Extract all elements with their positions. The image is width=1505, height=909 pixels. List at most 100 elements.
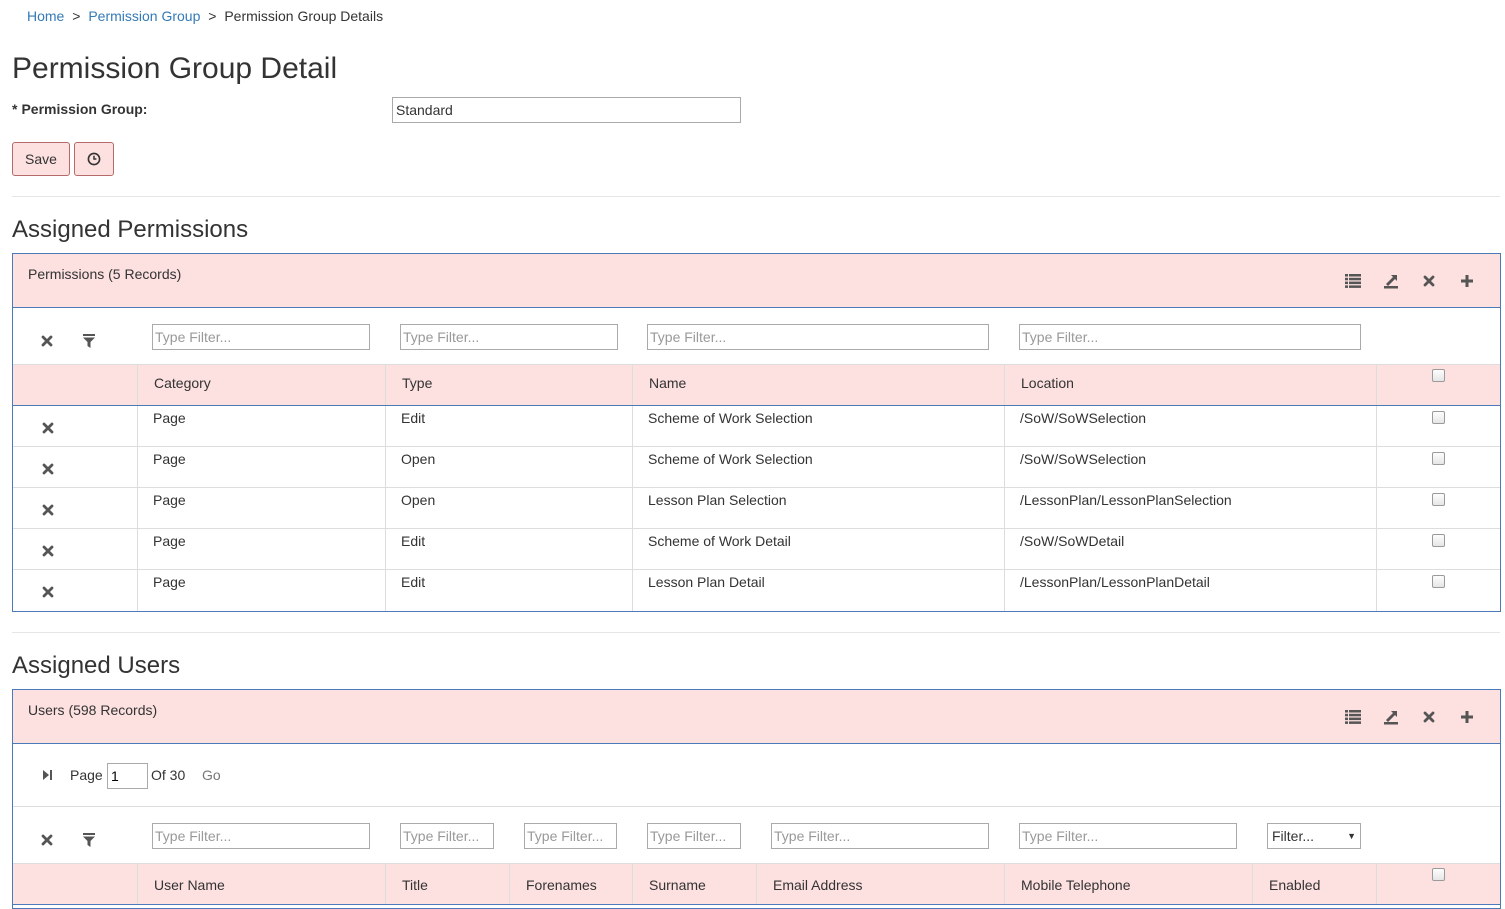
export-icon[interactable] xyxy=(1382,272,1400,290)
column-header-category[interactable]: Category xyxy=(154,375,211,391)
type-filter-input[interactable] xyxy=(400,324,618,350)
cell-type: Open xyxy=(401,492,436,508)
column-header-mobile[interactable]: Mobile Telephone xyxy=(1021,877,1131,893)
clock-icon xyxy=(87,152,101,166)
column-divider xyxy=(632,365,633,405)
users-filter-row: Filter... ▼ xyxy=(13,807,1500,864)
delete-row-icon[interactable] xyxy=(40,461,56,477)
email-filter-input[interactable] xyxy=(771,823,989,849)
forenames-filter-input[interactable] xyxy=(524,823,617,849)
permissions-panel-header: Permissions (5 Records) xyxy=(13,254,1500,308)
select-all-checkbox[interactable] xyxy=(1432,868,1445,881)
column-header-forenames[interactable]: Forenames xyxy=(526,877,597,893)
row-checkbox[interactable] xyxy=(1432,411,1445,424)
permissions-panel-title: Permissions (5 Records) xyxy=(28,266,182,282)
delete-row-icon[interactable] xyxy=(40,502,56,518)
assigned-users-title: Assigned Users xyxy=(12,652,181,679)
page-number-input[interactable] xyxy=(107,763,148,789)
cell-category: Page xyxy=(153,533,186,549)
row-checkbox[interactable] xyxy=(1432,575,1445,588)
breadcrumb-home[interactable]: Home xyxy=(27,8,64,24)
delete-row-icon[interactable] xyxy=(40,584,56,600)
column-divider xyxy=(632,864,633,904)
column-divider xyxy=(385,365,386,405)
clear-icon[interactable] xyxy=(1420,708,1438,726)
add-icon[interactable] xyxy=(1458,272,1476,290)
save-button[interactable]: Save xyxy=(12,142,70,176)
permissions-filter-row xyxy=(13,308,1500,365)
permission-group-label: * Permission Group: xyxy=(12,101,147,117)
column-header-location[interactable]: Location xyxy=(1021,375,1074,391)
category-filter-input[interactable] xyxy=(152,324,370,350)
permission-group-label-text: Permission Group: xyxy=(21,101,148,117)
cell-name: Scheme of Work Selection xyxy=(648,410,813,426)
cell-type: Open xyxy=(401,451,436,467)
divider xyxy=(12,196,1500,197)
last-page-icon[interactable] xyxy=(39,767,55,783)
column-header-name[interactable]: Name xyxy=(649,375,686,391)
users-panel: Users (598 Records) Page Of 30 Go xyxy=(12,689,1501,909)
row-checkbox[interactable] xyxy=(1432,493,1445,506)
cell-name: Scheme of Work Selection xyxy=(648,451,813,467)
permissions-grid-header: Category Type Name Location xyxy=(13,365,1500,406)
cell-type: Edit xyxy=(401,533,426,549)
user-name-filter-input[interactable] xyxy=(152,823,370,849)
delete-row-icon[interactable] xyxy=(40,543,56,559)
cell-category: Page xyxy=(153,451,186,467)
surname-filter-input[interactable] xyxy=(647,823,741,849)
table-row: Page Edit Lesson Plan Detail /LessonPlan… xyxy=(13,570,1500,611)
enabled-filter-select[interactable]: Filter... ▼ xyxy=(1267,823,1361,849)
cell-location: /SoW/SoWSelection xyxy=(1020,451,1147,467)
column-divider xyxy=(1376,864,1377,904)
permissions-toolbar xyxy=(1344,272,1476,290)
cell-name: Scheme of Work Detail xyxy=(648,533,791,549)
permissions-grid-body: Page Edit Scheme of Work Selection /SoW/… xyxy=(13,406,1500,611)
list-icon[interactable] xyxy=(1344,272,1362,290)
breadcrumb: Home > Permission Group > Permission Gro… xyxy=(27,8,383,24)
row-checkbox[interactable] xyxy=(1432,534,1445,547)
cell-category: Page xyxy=(153,492,186,508)
filter-icon[interactable] xyxy=(81,832,97,848)
assigned-permissions-title: Assigned Permissions xyxy=(12,216,249,243)
export-icon[interactable] xyxy=(1382,708,1400,726)
breadcrumb-current: Permission Group Details xyxy=(224,8,384,24)
select-all-checkbox[interactable] xyxy=(1432,369,1445,382)
breadcrumb-permission-group[interactable]: Permission Group xyxy=(88,8,200,24)
go-button[interactable]: Go xyxy=(202,767,221,783)
filter-icon[interactable] xyxy=(81,333,97,349)
name-filter-input[interactable] xyxy=(647,324,989,350)
clear-filters-icon[interactable] xyxy=(39,333,55,349)
list-icon[interactable] xyxy=(1344,708,1362,726)
column-divider xyxy=(509,864,510,904)
cell-type: Edit xyxy=(401,574,426,590)
column-divider xyxy=(756,864,757,904)
required-marker: * xyxy=(12,101,18,117)
column-header-email[interactable]: Email Address xyxy=(773,877,862,893)
title-filter-input[interactable] xyxy=(400,823,494,849)
page-label: Page xyxy=(70,767,103,783)
cell-category: Page xyxy=(153,410,186,426)
clear-icon[interactable] xyxy=(1420,272,1438,290)
location-filter-input[interactable] xyxy=(1019,324,1361,350)
enabled-filter-value: Filter... xyxy=(1272,828,1315,844)
column-divider xyxy=(1004,365,1005,405)
clear-filters-icon[interactable] xyxy=(39,832,55,848)
column-header-user-name[interactable]: User Name xyxy=(154,877,225,893)
row-checkbox[interactable] xyxy=(1432,452,1445,465)
column-header-enabled[interactable]: Enabled xyxy=(1269,877,1320,893)
users-panel-header: Users (598 Records) xyxy=(13,690,1500,744)
column-header-title[interactable]: Title xyxy=(402,877,428,893)
breadcrumb-separator: > xyxy=(208,8,217,24)
column-divider xyxy=(1252,864,1253,904)
column-header-type[interactable]: Type xyxy=(402,375,432,391)
add-icon[interactable] xyxy=(1458,708,1476,726)
cell-category: Page xyxy=(153,574,186,590)
cell-name: Lesson Plan Selection xyxy=(648,492,787,508)
users-panel-title: Users (598 Records) xyxy=(28,702,158,718)
history-button[interactable] xyxy=(74,142,114,176)
permission-group-input[interactable] xyxy=(392,97,741,123)
table-row: Page Open Scheme of Work Selection /SoW/… xyxy=(13,447,1500,488)
column-header-surname[interactable]: Surname xyxy=(649,877,706,893)
mobile-filter-input[interactable] xyxy=(1019,823,1237,849)
delete-row-icon[interactable] xyxy=(40,420,56,436)
